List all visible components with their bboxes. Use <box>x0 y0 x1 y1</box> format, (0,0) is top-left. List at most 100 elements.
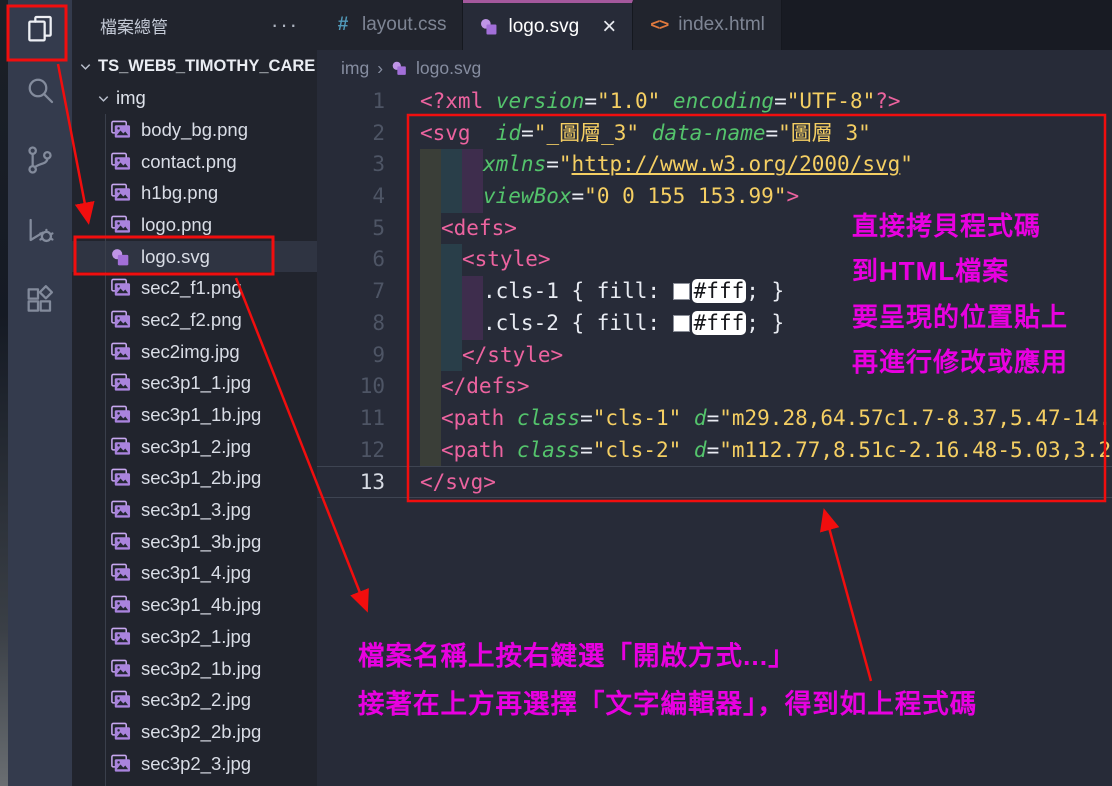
window-edge <box>0 0 8 786</box>
image-icon <box>110 120 131 140</box>
code-line-12: 12 <path class="cls-2" d="m112.77,8.51c-2… <box>317 435 1112 467</box>
explorer-title: 檔案總管 <box>100 13 168 38</box>
tree-file-sec3p2_3.jpg[interactable]: sec3p2_3.jpg <box>72 748 317 780</box>
tree-file-logo.png[interactable]: logo.png <box>72 209 317 241</box>
root-folder-label: TS_WEB5_TIMOTHY_CARE <box>98 57 315 76</box>
code-token: = <box>707 438 720 462</box>
vscode-window: 檔案總管 ··· TS_WEB5_TIMOTHY_CARE img body_b… <box>0 0 1112 786</box>
image-icon <box>110 754 131 774</box>
tree-root-folder[interactable]: TS_WEB5_TIMOTHY_CARE <box>72 50 317 82</box>
code-token: class <box>517 406 580 430</box>
image-icon <box>110 532 131 552</box>
code-token: http://www.w3.org/2000/svg <box>572 152 901 176</box>
code-editor[interactable]: 1<?xml version="1.0" encoding="UTF-8"?>2… <box>317 86 1112 498</box>
code-token: d <box>694 438 707 462</box>
tree-file-sec3p2_1b.jpg[interactable]: sec3p2_1b.jpg <box>72 653 317 685</box>
editor-group: #layout.css logo.svg × <>index.html img › log… <box>317 0 1112 786</box>
code-token: "m112.77,8.51c-2.16.48-5.03,3.2 <box>719 438 1111 462</box>
file-label: sec3p1_3.jpg <box>141 499 251 521</box>
svg-icon <box>479 17 499 37</box>
code-line-content: </defs> <box>420 371 1112 403</box>
code-line-4: 4viewBox="0 0 155 153.99"> <box>317 181 1112 213</box>
file-label: logo.png <box>141 214 212 236</box>
source-control-icon[interactable] <box>8 128 72 192</box>
tree-file-sec3p2_2b.jpg[interactable]: sec3p2_2b.jpg <box>72 716 317 748</box>
image-icon <box>110 690 131 710</box>
code-token: data-name <box>652 121 766 145</box>
line-number: 5 <box>317 213 385 245</box>
line-number: 3 <box>317 149 385 181</box>
image-icon <box>110 468 131 488</box>
image-icon <box>110 595 131 615</box>
ellipsis-icon[interactable]: ··· <box>271 12 299 38</box>
code-token: </defs> <box>441 374 530 398</box>
file-label: sec3p2_1.jpg <box>141 626 251 648</box>
code-line-content: .cls-2 { fill: #fff; } <box>420 308 1112 340</box>
tree-file-sec3p2_2.jpg[interactable]: sec3p2_2.jpg <box>72 684 317 716</box>
tree-file-body_bg.png[interactable]: body_bg.png <box>72 114 317 146</box>
activity-bar <box>8 0 72 786</box>
code-line-5: 5<defs> <box>317 213 1112 245</box>
image-icon <box>110 373 131 393</box>
image-icon <box>110 152 131 172</box>
code-token: <svg <box>420 121 471 145</box>
tree-file-sec2img.jpg[interactable]: sec2img.jpg <box>72 336 317 368</box>
file-label: sec3p1_1.jpg <box>141 372 251 394</box>
code-token: = <box>521 121 534 145</box>
tree-file-h1bg.png[interactable]: h1bg.png <box>72 177 317 209</box>
tree-file-sec3p1_2.jpg[interactable]: sec3p1_2.jpg <box>72 431 317 463</box>
tree-file-sec3p1_1.jpg[interactable]: sec3p1_1.jpg <box>72 368 317 400</box>
tree-file-sec3p1_3b.jpg[interactable]: sec3p1_3b.jpg <box>72 526 317 558</box>
code-token: viewBox <box>483 184 572 208</box>
tab-layout.css[interactable]: #layout.css <box>317 0 463 50</box>
code-token: " <box>900 152 913 176</box>
tab-logo.svg[interactable]: logo.svg × <box>463 0 633 50</box>
code-token: "1.0" <box>597 89 660 113</box>
code-token: = <box>584 89 597 113</box>
tree-folder-img[interactable]: img <box>72 82 317 114</box>
tree-indent-guide <box>105 114 106 786</box>
tab-label: logo.svg <box>508 16 579 38</box>
code-token: </style> <box>462 343 563 367</box>
tree-file-logo.svg[interactable]: logo.svg <box>72 241 317 273</box>
image-icon <box>110 722 131 742</box>
file-label: sec3p2_1b.jpg <box>141 658 261 680</box>
image-icon <box>110 563 131 583</box>
breadcrumb-file[interactable]: logo.svg <box>416 58 481 79</box>
tab-index.html[interactable]: <>index.html <box>633 0 782 50</box>
code-token: = <box>580 438 593 462</box>
tree-file-sec3p1_2b.jpg[interactable]: sec3p1_2b.jpg <box>72 463 317 495</box>
code-token: <style> <box>462 247 551 271</box>
tree-file-contact.png[interactable]: contact.png <box>72 146 317 178</box>
file-label: sec3p1_1b.jpg <box>141 404 261 426</box>
tree-file-sec3p2_1.jpg[interactable]: sec3p2_1.jpg <box>72 621 317 653</box>
tree-file-sec2_f1.png[interactable]: sec2_f1.png <box>72 272 317 304</box>
code-line-8: 8.cls-2 { fill: #fff; } <box>317 308 1112 340</box>
folder-label: img <box>116 87 146 109</box>
tree-file-sec2_f2.png[interactable]: sec2_f2.png <box>72 304 317 336</box>
tree-file-sec3p1_3.jpg[interactable]: sec3p1_3.jpg <box>72 494 317 526</box>
code-token: "圖層 3" <box>778 121 871 145</box>
close-icon[interactable]: × <box>602 15 616 39</box>
code-token <box>681 406 694 430</box>
css-icon: # <box>333 15 353 35</box>
extensions-icon[interactable] <box>8 268 72 332</box>
search-icon[interactable] <box>8 58 72 122</box>
breadcrumb-separator-icon: › <box>377 58 383 79</box>
line-number: 10 <box>317 371 385 403</box>
run-debug-icon[interactable] <box>8 198 72 262</box>
breadcrumb-folder[interactable]: img <box>341 58 369 79</box>
code-line-content: <path class="cls-1" d="m29.28,64.57c1.7-… <box>420 403 1112 435</box>
image-icon <box>110 278 131 298</box>
code-token: "0 0 155 153.99" <box>584 184 786 208</box>
tree-file-sec3p1_4.jpg[interactable]: sec3p1_4.jpg <box>72 558 317 590</box>
tree-file-sec3p1_4b.jpg[interactable]: sec3p1_4b.jpg <box>72 589 317 621</box>
code-line-content: <?xml version="1.0" encoding="UTF-8"?> <box>420 86 1112 118</box>
file-label: sec3p2_2.jpg <box>141 689 251 711</box>
files-icon[interactable] <box>8 0 72 58</box>
line-number: 4 <box>317 181 385 213</box>
tree-file-sec3p1_1b.jpg[interactable]: sec3p1_1b.jpg <box>72 399 317 431</box>
line-number: 11 <box>317 403 385 435</box>
code-line-content: <path class="cls-2" d="m112.77,8.51c-2.1… <box>420 435 1112 467</box>
line-number: 12 <box>317 435 385 467</box>
